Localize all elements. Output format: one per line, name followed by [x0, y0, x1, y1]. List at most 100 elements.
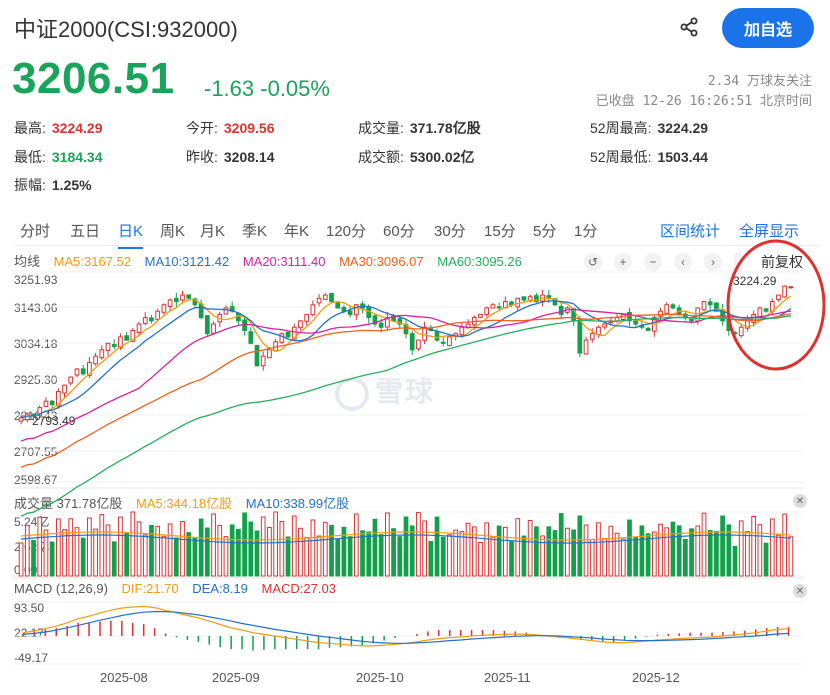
candle-body: [645, 327, 651, 331]
candle-body: [136, 323, 142, 334]
volume-bar: [658, 523, 663, 577]
volume-bar: [173, 537, 179, 577]
candle-body: [738, 326, 744, 337]
volume-bar: [440, 536, 446, 577]
volume-bar: [204, 527, 210, 577]
volume-bar: [192, 537, 198, 577]
volume-bar: [502, 526, 508, 577]
volume-bar: [788, 536, 794, 577]
volume-bar: [633, 536, 639, 577]
volume-bar: [273, 511, 278, 577]
volume-bar: [726, 524, 732, 577]
candle-body: [298, 320, 303, 329]
volume-bar: [589, 538, 595, 577]
volume-bar: [229, 524, 235, 577]
candle-body: [633, 320, 639, 325]
volume-bar: [751, 516, 757, 577]
candle-body: [707, 301, 713, 306]
volume-bar: [18, 542, 24, 577]
volume-bar: [484, 522, 490, 577]
candle-body: [211, 323, 216, 334]
volume-bar: [217, 524, 223, 577]
candle-body: [310, 304, 316, 316]
volume-bar: [298, 527, 303, 577]
candle-body: [490, 304, 496, 309]
volume-bar: [620, 538, 626, 577]
candle-body: [763, 308, 769, 312]
candle-body: [689, 318, 694, 322]
candle-body: [80, 368, 86, 375]
volume-bar: [236, 528, 241, 577]
volume-bar: [732, 545, 738, 577]
volume-bar: [738, 520, 744, 577]
volume-bar: [583, 524, 589, 577]
volume-bar: [124, 532, 130, 577]
volume-bar: [310, 519, 316, 577]
candle-body: [316, 297, 322, 304]
volume-bar: [664, 527, 670, 577]
candle-body: [496, 306, 502, 309]
volume-bar: [353, 513, 359, 577]
volume-bar: [428, 540, 434, 577]
candle-body: [322, 294, 328, 300]
candle-body: [695, 307, 701, 322]
candle-body: [198, 303, 204, 319]
volume-bar: [496, 525, 502, 577]
candle-body: [670, 304, 676, 309]
volume-bar: [99, 514, 105, 577]
volume-bar: [304, 536, 310, 577]
volume-bar: [602, 537, 608, 577]
volume-bar: [397, 536, 403, 577]
volume-bar: [180, 521, 185, 577]
volume-bar: [242, 512, 247, 577]
candle-body: [596, 326, 601, 335]
volume-bar: [111, 541, 117, 577]
volume-bar: [118, 516, 123, 577]
volume-bar: [670, 521, 676, 577]
candle-body: [434, 331, 440, 341]
volume-bar: [267, 527, 272, 577]
volume-bar: [403, 516, 409, 577]
volume-bar: [527, 519, 533, 577]
candle-body: [173, 297, 179, 303]
volume-bar: [211, 513, 216, 577]
candle-body: [484, 307, 490, 315]
volume-bar: [558, 513, 564, 577]
candle-body: [353, 304, 359, 316]
volume-bar: [198, 518, 204, 577]
volume-bar: [478, 541, 483, 577]
highlight-circle: [726, 239, 826, 371]
candle-body: [93, 355, 98, 365]
volume-bar: [409, 525, 415, 577]
volume-bar: [142, 534, 148, 577]
volume-bar: [422, 520, 427, 577]
volume-bar: [639, 525, 645, 577]
ma60-line: [20, 315, 791, 517]
candle-body: [757, 307, 763, 318]
candle-body: [658, 310, 663, 317]
volume-bar: [745, 531, 750, 577]
volume-bar: [366, 531, 372, 577]
volume-bar: [714, 530, 719, 577]
volume-bar: [769, 518, 775, 577]
candle-body: [43, 400, 49, 407]
volume-bar: [465, 522, 471, 577]
volume-bar: [459, 531, 465, 577]
kline-chart[interactable]: [0, 0, 830, 695]
candle-body: [99, 349, 105, 359]
candle-body: [68, 376, 74, 384]
candle-body: [329, 292, 334, 303]
volume-bar: [68, 518, 74, 577]
candle-body: [149, 317, 154, 322]
volume-bar: [416, 512, 421, 577]
volume-bar: [763, 542, 769, 577]
candle-body: [62, 384, 67, 394]
candle-body: [18, 417, 24, 422]
candle-body: [459, 326, 465, 336]
candle-body: [478, 313, 483, 318]
candle-body: [440, 341, 446, 344]
candle-body: [142, 317, 148, 324]
candle-body: [776, 294, 781, 301]
volume-bar: [149, 524, 154, 577]
volume-bar: [62, 529, 67, 577]
